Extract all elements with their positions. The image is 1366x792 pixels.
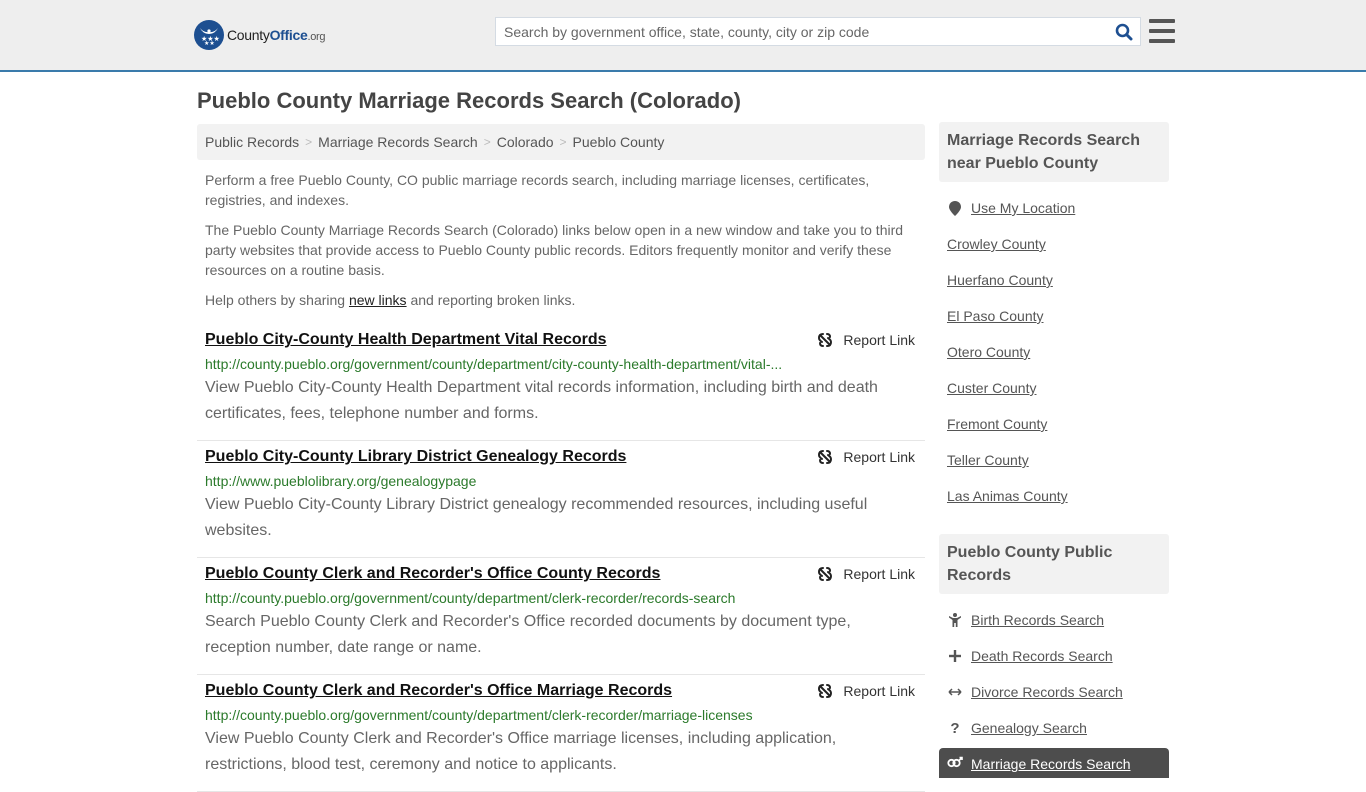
result-item: Pueblo County Clerk and Recorder's Offic… (197, 675, 925, 792)
report-link-button[interactable]: Report Link (817, 332, 915, 348)
nearby-list: Use My Location Crowley County Huerfano … (939, 182, 1169, 514)
broken-link-icon (818, 333, 833, 347)
broken-link-icon (818, 684, 833, 698)
eagle-stars-icon: ★★★ ★★ (194, 20, 224, 50)
svg-text:★★: ★★ (204, 40, 215, 45)
county-link-fremont[interactable]: Fremont County (947, 416, 1047, 432)
site-logo[interactable]: ★★★ ★★ CountyOffice.org (194, 20, 326, 50)
intro-paragraph: The Pueblo County Marriage Records Searc… (205, 222, 904, 278)
report-link-button[interactable]: Report Link (817, 566, 915, 582)
menu-bar (1149, 29, 1175, 33)
breadcrumb-marriage-records-search[interactable]: Marriage Records Search (318, 134, 478, 150)
search-input[interactable] (496, 18, 1108, 45)
breadcrumb-public-records[interactable]: Public Records (205, 134, 299, 150)
county-link-teller[interactable]: Teller County (947, 452, 1029, 468)
result-url: http://county.pueblo.org/government/coun… (205, 356, 783, 372)
nearby-county-item: Huerfano County (947, 262, 1161, 298)
nearby-county-item: Otero County (947, 334, 1161, 370)
public-record-item-active: Marriage Records Search (939, 748, 1169, 778)
result-url: http://www.pueblolibrary.org/genealogypa… (205, 473, 477, 489)
nearby-county-item: Las Animas County (947, 478, 1161, 514)
result-description: View Pueblo City-County Health Departmen… (205, 379, 878, 422)
intro-text: Perform a free Pueblo County, CO public … (205, 170, 920, 320)
search-button[interactable] (1108, 18, 1140, 45)
county-link-custer[interactable]: Custer County (947, 380, 1036, 396)
menu-bar (1149, 39, 1175, 43)
public-record-item: Death Records Search (947, 638, 1161, 674)
menu-bar (1149, 19, 1175, 23)
marriage-records-search-link[interactable]: Marriage Records Search (971, 756, 1131, 772)
map-marker-icon (947, 200, 963, 216)
result-title-link[interactable]: Pueblo City-County Health Department Vit… (205, 330, 607, 350)
result-description: View Pueblo City-County Library District… (205, 496, 868, 539)
county-link-otero[interactable]: Otero County (947, 344, 1030, 360)
public-record-item: ? Genealogy Search (947, 710, 1161, 746)
child-icon (947, 613, 963, 627)
county-link-huerfano[interactable]: Huerfano County (947, 272, 1053, 288)
public-record-item: Divorce Records Search (947, 674, 1161, 710)
sidebar: Marriage Records Search near Pueblo Coun… (939, 122, 1169, 778)
nearby-county-item: El Paso County (947, 298, 1161, 334)
nearby-county-item: Custer County (947, 370, 1161, 406)
result-title-link[interactable]: Pueblo County Clerk and Recorder's Offic… (205, 564, 660, 584)
intro-paragraph: Help others by sharing new links and rep… (205, 292, 576, 308)
breadcrumb-colorado[interactable]: Colorado (497, 134, 554, 150)
county-link-crowley[interactable]: Crowley County (947, 236, 1046, 252)
breadcrumb-separator: > (559, 135, 567, 149)
birth-records-search-link[interactable]: Birth Records Search (971, 612, 1104, 628)
hamburger-menu-button[interactable] (1149, 19, 1175, 43)
breadcrumb-pueblo-county[interactable]: Pueblo County (573, 134, 665, 150)
results-list: Pueblo City-County Health Department Vit… (197, 324, 925, 792)
nearby-county-item: Crowley County (947, 226, 1161, 262)
site-header: ★★★ ★★ CountyOffice.org (0, 0, 1366, 72)
result-url: http://county.pueblo.org/government/coun… (205, 707, 753, 723)
intro-paragraph: Perform a free Pueblo County, CO public … (205, 172, 870, 208)
result-item: Pueblo City-County Library District Gene… (197, 441, 925, 558)
breadcrumb-separator: > (305, 135, 313, 149)
nearby-county-item: Fremont County (947, 406, 1161, 442)
new-links-link[interactable]: new links (349, 292, 407, 308)
public-records-heading: Pueblo County Public Records (939, 534, 1169, 594)
report-link-button[interactable]: Report Link (817, 683, 915, 699)
use-my-location-item: Use My Location (947, 190, 1161, 226)
report-link-button[interactable]: Report Link (817, 449, 915, 465)
public-record-item: Birth Records Search (947, 602, 1161, 638)
broken-link-icon (818, 450, 833, 464)
result-description: View Pueblo County Clerk and Recorder's … (205, 730, 837, 773)
search-icon (1115, 23, 1133, 40)
question-icon: ? (950, 719, 960, 737)
search-box (495, 17, 1141, 46)
venus-mars-icon (947, 756, 963, 768)
result-title-link[interactable]: Pueblo County Clerk and Recorder's Offic… (205, 681, 672, 701)
arrows-horizontal-icon (947, 688, 963, 696)
nearby-county-item: Teller County (947, 442, 1161, 478)
death-records-search-link[interactable]: Death Records Search (971, 648, 1113, 664)
result-item: Pueblo County Clerk and Recorder's Offic… (197, 558, 925, 675)
use-my-location-link[interactable]: Use My Location (971, 200, 1075, 216)
page-title: Pueblo County Marriage Records Search (C… (197, 88, 741, 113)
logo-text: CountyOffice.org (227, 27, 326, 43)
result-item: Pueblo City-County Health Department Vit… (197, 324, 925, 441)
nearby-heading: Marriage Records Search near Pueblo Coun… (939, 122, 1169, 182)
public-records-list: Birth Records Search Death Records Searc… (939, 594, 1169, 746)
broken-link-icon (818, 567, 833, 581)
result-title-link[interactable]: Pueblo City-County Library District Gene… (205, 447, 626, 467)
county-link-las-animas[interactable]: Las Animas County (947, 488, 1068, 504)
result-description: Search Pueblo County Clerk and Recorder'… (205, 613, 851, 656)
plus-icon (947, 650, 963, 662)
genealogy-search-link[interactable]: Genealogy Search (971, 720, 1087, 736)
county-link-el-paso[interactable]: El Paso County (947, 308, 1044, 324)
breadcrumb-separator: > (483, 135, 491, 149)
breadcrumb: Public Records > Marriage Records Search… (197, 124, 925, 160)
result-url: http://county.pueblo.org/government/coun… (205, 590, 736, 606)
divorce-records-search-link[interactable]: Divorce Records Search (971, 684, 1123, 700)
